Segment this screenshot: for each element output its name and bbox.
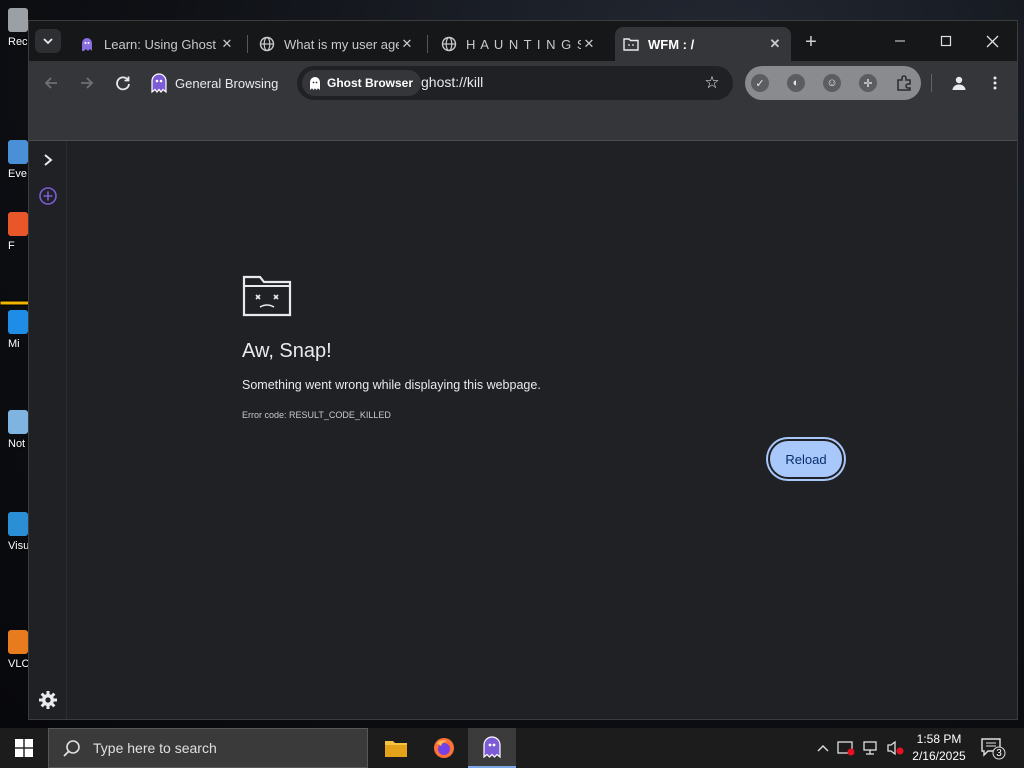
- maximize-icon: [940, 35, 952, 47]
- globe-icon: [259, 36, 275, 52]
- tab-wfm[interactable]: WFM : / ✕: [615, 27, 791, 61]
- close-icon[interactable]: ✕: [219, 36, 235, 52]
- reload-button[interactable]: Reload: [768, 439, 844, 479]
- notification-count: 3: [996, 748, 1002, 759]
- tab-learn[interactable]: Learn: Using Ghost B ✕: [71, 27, 243, 61]
- ghost-icon: [149, 72, 169, 94]
- taskbar: Type here to search 1:58 PM 2/16/2025 3: [0, 728, 1024, 768]
- tab-user-agent[interactable]: What is my user age ✕: [251, 27, 423, 61]
- window-close-button[interactable]: [969, 27, 1015, 55]
- chevron-up-icon: [817, 745, 829, 752]
- sad-folder-icon: [242, 275, 292, 317]
- back-button[interactable]: [39, 71, 63, 95]
- crosshair-icon[interactable]: ✛: [859, 74, 877, 92]
- search-icon: [63, 740, 80, 757]
- windows-logo-icon: [15, 739, 33, 757]
- chevron-right-icon: [44, 154, 53, 166]
- folder-icon: [385, 741, 407, 757]
- ghost-icon: [483, 736, 501, 759]
- close-icon[interactable]: ✕: [767, 36, 783, 52]
- taskbar-firefox[interactable]: [420, 728, 468, 768]
- extensions-tray: ✓ ◐ ☺ ✛: [745, 66, 921, 100]
- taskbar-search-input[interactable]: Type here to search: [48, 728, 368, 768]
- add-circle-icon: [39, 187, 57, 205]
- menu-button[interactable]: [983, 71, 1007, 95]
- bookmark-bar: [29, 105, 1017, 141]
- toolbar-separator: [931, 74, 932, 92]
- folder-icon: [623, 36, 639, 52]
- more-vert-icon: [993, 76, 997, 90]
- forward-button[interactable]: [75, 71, 99, 95]
- tab-hauntings[interactable]: H A U N T I N G S ✕: [433, 27, 605, 61]
- expand-sidebar-button[interactable]: [37, 149, 59, 171]
- error-heading: Aw, Snap!: [242, 340, 332, 362]
- taskbar-file-explorer[interactable]: [372, 728, 420, 768]
- desktop-icons: Rec Eve F Mi Not Visu VLC: [0, 0, 30, 728]
- settings-button[interactable]: [37, 689, 59, 711]
- error-code: Error code: RESULT_CODE_KILLED: [242, 410, 391, 420]
- firefox-icon: [434, 738, 454, 758]
- clock-date: 2/16/2025: [912, 749, 966, 763]
- tray-security-icon[interactable]: [836, 738, 856, 758]
- tab-strip: Learn: Using Ghost B ✕ What is my user a…: [29, 21, 1017, 61]
- close-icon[interactable]: ✕: [581, 36, 597, 52]
- show-hidden-icons-button[interactable]: [814, 738, 832, 758]
- address-bar[interactable]: Ghost Browser ghost://kill ☆: [297, 66, 733, 100]
- maximize-button[interactable]: [923, 27, 969, 55]
- face-icon[interactable]: ☺: [823, 74, 841, 92]
- refresh-icon: [116, 76, 130, 91]
- chevron-down-icon: [43, 38, 53, 45]
- ghost-icon: [308, 76, 322, 91]
- bookmark-star-icon[interactable]: ☆: [701, 72, 723, 94]
- navigation-toolbar: General Browsing Ghost Browser ghost://k…: [29, 61, 1017, 105]
- error-message: Something went wrong while displaying th…: [242, 378, 541, 392]
- browser-window: Learn: Using Ghost B ✕ What is my user a…: [28, 20, 1018, 720]
- gear-icon: [39, 691, 57, 709]
- taskbar-clock[interactable]: 1:58 PM 2/16/2025: [902, 731, 976, 765]
- checkmark-icon[interactable]: ✓: [751, 74, 769, 92]
- tab-separator: [427, 35, 428, 53]
- ghost-browser-chip[interactable]: Ghost Browser: [302, 70, 422, 96]
- search-extension-icon[interactable]: ◐: [787, 74, 805, 92]
- globe-icon: [441, 36, 457, 52]
- reload-toolbar-button[interactable]: [111, 71, 135, 95]
- identity-label: General Browsing: [175, 75, 279, 91]
- minimize-icon: [895, 40, 905, 42]
- tab-search-button[interactable]: [35, 29, 61, 53]
- url-text[interactable]: ghost://kill: [421, 74, 483, 90]
- puzzle-icon[interactable]: [895, 74, 913, 92]
- person-icon: [952, 76, 966, 90]
- close-icon[interactable]: ✕: [399, 36, 415, 52]
- taskbar-ghost-browser[interactable]: [468, 728, 516, 768]
- arrow-left-icon: [44, 77, 57, 89]
- close-icon: [986, 35, 998, 47]
- page-content: Aw, Snap! Something went wrong while dis…: [68, 142, 1017, 719]
- identity-selector[interactable]: General Browsing: [149, 69, 278, 97]
- ghost-icon: [79, 36, 95, 52]
- profile-button[interactable]: [947, 71, 971, 95]
- new-tab-button[interactable]: +: [799, 30, 823, 54]
- start-button[interactable]: [0, 728, 48, 768]
- action-center-button[interactable]: 3: [980, 736, 1006, 760]
- add-identity-button[interactable]: [37, 185, 59, 207]
- clock-time: 1:58 PM: [916, 732, 962, 746]
- network-icon[interactable]: [860, 738, 882, 758]
- tab-separator: [247, 35, 248, 53]
- minimize-button[interactable]: [877, 27, 923, 55]
- sidebar: [29, 141, 67, 719]
- arrow-right-icon: [81, 77, 94, 89]
